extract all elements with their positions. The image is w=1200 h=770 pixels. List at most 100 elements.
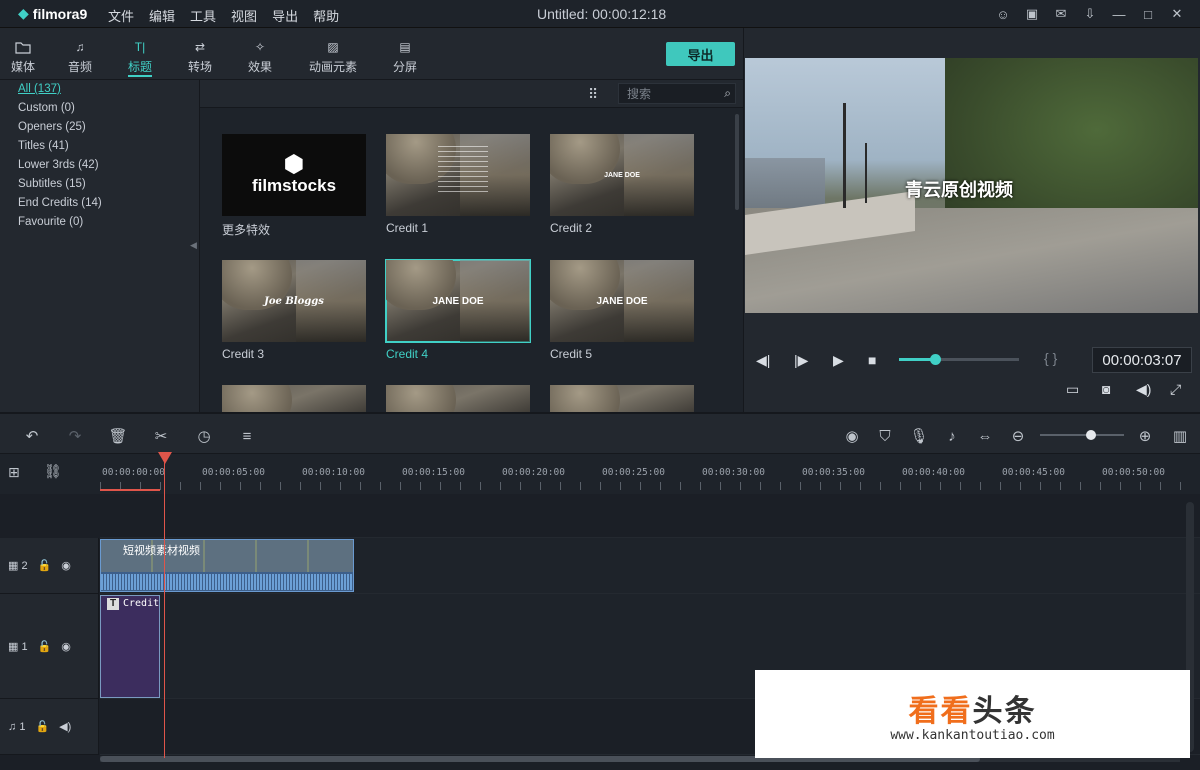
- splitscreen-icon: ▤: [399, 40, 411, 54]
- layout-icon[interactable]: ▥: [1170, 426, 1190, 446]
- collapse-panel-icon[interactable]: ◀: [190, 240, 197, 251]
- tab-titles[interactable]: T| 标题: [117, 38, 163, 77]
- category-all[interactable]: All (137): [18, 83, 61, 95]
- window-title: Untitled: 00:00:12:18: [537, 6, 667, 22]
- speaker-icon[interactable]: ◀): [59, 720, 71, 733]
- menu-export[interactable]: 导出: [272, 6, 298, 25]
- category-lower-thirds[interactable]: Lower 3rds (42): [18, 159, 99, 171]
- lock-icon[interactable]: 🔓: [38, 559, 52, 572]
- track-header-video-1: ▦ 1 🔓 ◉: [0, 594, 99, 699]
- volume-icon[interactable]: ◀): [1136, 381, 1151, 398]
- fit-timeline-icon[interactable]: ⇔: [975, 426, 995, 446]
- tab-media[interactable]: 媒体: [0, 38, 46, 75]
- download-icon[interactable]: ⇩: [1081, 5, 1099, 23]
- export-button[interactable]: 导出: [666, 42, 735, 66]
- menu-file[interactable]: 文件: [108, 6, 134, 25]
- mail-icon[interactable]: ✉: [1052, 5, 1070, 23]
- display-settings-icon[interactable]: ▭: [1066, 381, 1079, 398]
- adjust-icon[interactable]: ≡: [237, 426, 257, 446]
- zoom-slider[interactable]: [1040, 434, 1124, 436]
- prev-frame-icon[interactable]: ◀|: [756, 352, 770, 369]
- title-clip[interactable]: T Credit: [100, 595, 160, 698]
- preview-progress[interactable]: [899, 358, 1019, 361]
- elements-icon: ▨: [327, 40, 339, 54]
- delete-icon[interactable]: 🗑: [108, 426, 128, 446]
- title-bar: ◆ filmora9 文件 编辑 工具 视图 导出 帮助 Untitled: 00…: [0, 0, 1200, 28]
- thumbnail-credit-2[interactable]: JANE DOE: [550, 134, 694, 216]
- music-icon: ♫: [75, 40, 85, 54]
- thumbnail[interactable]: [222, 385, 366, 412]
- render-icon[interactable]: ◉: [842, 426, 862, 446]
- menu-tools[interactable]: 工具: [190, 6, 216, 25]
- lock-icon[interactable]: 🔓: [38, 640, 52, 653]
- video-overlay-title: 青云原创视频: [905, 180, 1013, 200]
- tab-splitscreen[interactable]: ▤ 分屏: [382, 38, 428, 75]
- audio-mixer-icon[interactable]: ♪: [942, 426, 962, 446]
- lock-icon[interactable]: 🔓: [35, 720, 49, 733]
- eye-icon[interactable]: ◉: [61, 640, 71, 653]
- user-icon[interactable]: ☺: [994, 5, 1012, 23]
- thumbnail-label: 更多特效: [222, 223, 271, 237]
- thumbnail-credit-3[interactable]: Joe Bloggs: [222, 260, 366, 342]
- undo-icon[interactable]: ↶: [22, 426, 42, 446]
- title-icon: T|: [134, 40, 146, 54]
- thumbnail-credit-4[interactable]: JANE DOE: [385, 259, 531, 343]
- effects-icon: ✧: [254, 40, 266, 54]
- save-icon[interactable]: ▣: [1023, 5, 1041, 23]
- search-input[interactable]: 搜索 ⌕: [618, 83, 736, 104]
- category-openers[interactable]: Openers (25): [18, 121, 86, 133]
- timeline-ruler[interactable]: ⊞ ⛓ 00:00:00:00 00:00:05:00 00:00:10:00 …: [0, 454, 1200, 494]
- redo-icon[interactable]: ↷: [65, 426, 85, 446]
- grid-view-icon[interactable]: ⠿: [588, 86, 598, 103]
- menu-help[interactable]: 帮助: [313, 6, 339, 25]
- category-favourite[interactable]: Favourite (0): [18, 216, 83, 228]
- cut-icon[interactable]: ✂: [151, 426, 171, 446]
- playhead[interactable]: [164, 460, 165, 758]
- next-frame-icon[interactable]: |▶: [794, 352, 808, 369]
- minimize-icon[interactable]: —: [1110, 5, 1128, 23]
- grid-scrollbar[interactable]: [735, 114, 739, 210]
- thumbnail-credit-5[interactable]: JANE DOE: [550, 260, 694, 342]
- playhead-handle[interactable]: [158, 452, 172, 464]
- link-icon[interactable]: ⛓: [44, 463, 62, 480]
- zoom-in-icon[interactable]: ⊕: [1135, 426, 1155, 446]
- thumbnail[interactable]: [386, 385, 530, 412]
- eye-icon[interactable]: ◉: [61, 559, 71, 572]
- snapshot-icon[interactable]: ◙: [1102, 381, 1110, 397]
- category-titles[interactable]: Titles (41): [18, 140, 69, 152]
- maximize-icon[interactable]: □: [1139, 5, 1157, 23]
- video-track-icon: ▦ 2: [8, 560, 28, 572]
- close-icon[interactable]: ✕: [1168, 5, 1186, 23]
- search-icon[interactable]: ⌕: [724, 86, 731, 101]
- speed-icon[interactable]: ◷: [194, 426, 214, 446]
- mark-in-out-icon[interactable]: { }: [1044, 350, 1057, 366]
- menu-edit[interactable]: 编辑: [149, 6, 175, 25]
- thumbnail-filmstocks[interactable]: ⬢ filmstocks: [222, 134, 366, 216]
- transition-icon: ⇄: [194, 40, 206, 54]
- watermark: 看看头条 www.kankantoutiao.com: [755, 670, 1190, 758]
- zoom-out-icon[interactable]: ⊖: [1008, 426, 1028, 446]
- tab-effects[interactable]: ✧ 效果: [237, 38, 283, 75]
- progress-handle[interactable]: [930, 354, 941, 365]
- zoom-handle[interactable]: [1086, 430, 1096, 440]
- category-subtitles[interactable]: Subtitles (15): [18, 178, 86, 190]
- category-custom[interactable]: Custom (0): [18, 102, 75, 114]
- video-clip[interactable]: 短视频素材视频: [100, 539, 354, 592]
- voiceover-icon[interactable]: 🎙: [909, 426, 929, 446]
- empty-lane: [100, 494, 1200, 538]
- stop-icon[interactable]: ■: [868, 352, 876, 368]
- app-logo: ◆ filmora9: [18, 5, 88, 22]
- fullscreen-icon[interactable]: ⤢: [1170, 381, 1181, 398]
- menu-view[interactable]: 视图: [231, 6, 257, 25]
- marker-icon[interactable]: ⛉: [875, 426, 895, 446]
- tab-audio[interactable]: ♫ 音频: [57, 38, 103, 75]
- tab-elements[interactable]: ▨ 动画元素: [305, 38, 361, 75]
- tab-transitions[interactable]: ⇄ 转场: [177, 38, 223, 75]
- audio-track-icon: ♫ 1: [8, 720, 26, 733]
- category-end-credits[interactable]: End Credits (14): [18, 197, 102, 209]
- thumbnail[interactable]: [550, 385, 694, 412]
- preview-video: 青云原创视频: [745, 58, 1198, 313]
- add-track-icon[interactable]: ⊞: [8, 464, 20, 481]
- play-icon[interactable]: ▶: [833, 352, 844, 369]
- thumbnail-credit-1[interactable]: [386, 134, 530, 216]
